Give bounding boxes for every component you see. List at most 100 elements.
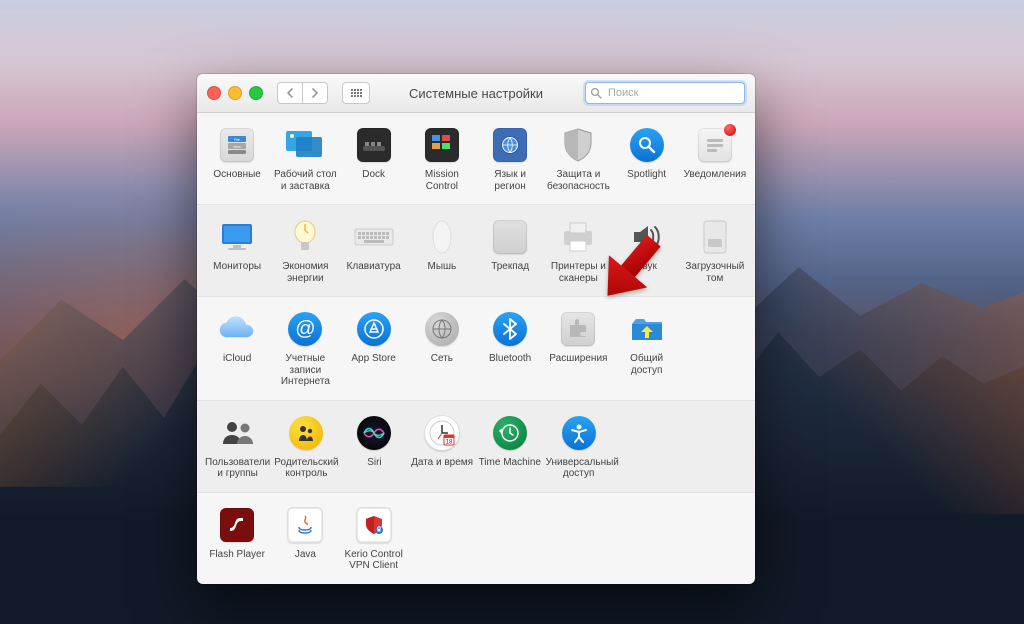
extensions-icon: [561, 312, 595, 346]
svg-text:New: New: [234, 145, 241, 149]
pane-kerio-vpn[interactable]: Kerio Control VPN Client: [340, 503, 408, 576]
chevron-left-icon: [286, 88, 294, 98]
time-machine-icon: [493, 416, 527, 450]
pane-date-time[interactable]: 18 Дата и время: [408, 411, 476, 484]
pane-label: Siri: [367, 457, 381, 469]
notification-badge: [723, 123, 737, 137]
pane-label: Уведомления: [684, 169, 747, 181]
pane-label: Универсальный доступ: [546, 457, 612, 480]
pane-bluetooth[interactable]: Bluetooth: [476, 307, 544, 392]
pane-label: Сеть: [431, 353, 453, 365]
pane-notifications[interactable]: Уведомления: [681, 123, 749, 196]
grid-icon: [351, 89, 362, 97]
pane-keyboard[interactable]: Клавиатура: [340, 215, 408, 288]
pane-energy-saver[interactable]: Экономия энергии: [271, 215, 339, 288]
pane-label: Защита и безопасность: [546, 169, 610, 192]
back-button[interactable]: [277, 82, 303, 104]
trackpad-icon: [493, 220, 527, 254]
app-store-icon: [357, 312, 391, 346]
pane-flash-player[interactable]: Flash Player: [203, 503, 271, 576]
pane-mission-control[interactable]: Mission Control: [408, 123, 476, 196]
siri-icon: [357, 416, 391, 450]
pane-label: Kerio Control VPN Client: [342, 549, 406, 572]
svg-text:File: File: [234, 138, 240, 142]
pane-network[interactable]: Сеть: [408, 307, 476, 392]
printers-icon: [558, 217, 598, 257]
displays-icon: [217, 217, 257, 257]
spotlight-icon: [630, 128, 664, 162]
mission-control-icon: [425, 128, 459, 162]
svg-text:18: 18: [446, 439, 453, 445]
sound-icon: [627, 217, 667, 257]
search-field[interactable]: [585, 82, 745, 104]
nav-back-forward: [277, 82, 328, 104]
java-icon: [287, 507, 323, 543]
forward-button[interactable]: [303, 82, 328, 104]
pane-mouse[interactable]: Мышь: [408, 215, 476, 288]
pane-label: Общий доступ: [615, 353, 679, 376]
show-all-button[interactable]: [342, 82, 370, 104]
search-input[interactable]: [606, 86, 740, 100]
pane-label: Spotlight: [627, 169, 666, 181]
pane-sharing[interactable]: Общий доступ: [613, 307, 681, 392]
pane-spotlight[interactable]: Spotlight: [613, 123, 681, 196]
kerio-vpn-icon: [356, 507, 392, 543]
window-minimize-button[interactable]: [228, 86, 242, 100]
pane-users-groups[interactable]: Пользователи и группы: [203, 411, 272, 484]
system-preferences-window: Системные настройки FileNew Основные Ра: [197, 74, 755, 584]
pane-parental-controls[interactable]: Родительский контроль: [272, 411, 340, 484]
pane-label: Mission Control: [410, 169, 474, 192]
security-icon: [558, 125, 598, 165]
pane-icloud[interactable]: iCloud: [203, 307, 271, 392]
pane-printers-scanners[interactable]: Принтеры и сканеры: [544, 215, 612, 288]
flash-player-icon: [220, 508, 254, 542]
pane-label: Основные: [213, 169, 260, 181]
internet-accounts-icon: @: [288, 312, 322, 346]
pane-row-0: File New Основные Рабочий стол и заставка…: [197, 113, 755, 205]
window-traffic-lights: [207, 86, 263, 100]
window-close-button[interactable]: [207, 86, 221, 100]
pane-accessibility[interactable]: Универсальный доступ: [544, 411, 614, 484]
pane-label: Dock: [362, 169, 385, 181]
pane-startup-disk[interactable]: Загрузочный том: [681, 215, 749, 288]
pane-label: Пользователи и группы: [205, 457, 270, 480]
pane-label: App Store: [351, 353, 395, 365]
pane-label: Java: [295, 549, 316, 561]
pane-label: Рабочий стол и заставка: [273, 169, 337, 192]
pane-row-3: Пользователи и группы Родительский контр…: [197, 401, 755, 493]
pane-label: Bluetooth: [489, 353, 531, 365]
pane-label: Язык и регион: [478, 169, 542, 192]
bluetooth-icon: [493, 312, 527, 346]
accessibility-icon: [562, 416, 596, 450]
preference-panes-grid: File New Основные Рабочий стол и заставка…: [197, 113, 755, 584]
pane-siri[interactable]: Siri: [341, 411, 409, 484]
pane-label: Принтеры и сканеры: [546, 261, 610, 284]
pane-label: Мышь: [428, 261, 457, 273]
pane-time-machine[interactable]: Time Machine: [476, 411, 544, 484]
mouse-icon: [422, 217, 462, 257]
startup-disk-icon: [695, 217, 735, 257]
pane-desktop-screensaver[interactable]: Рабочий стол и заставка: [271, 123, 339, 196]
window-titlebar: Системные настройки: [197, 74, 755, 113]
window-zoom-button[interactable]: [249, 86, 263, 100]
pane-dock[interactable]: Dock: [340, 123, 408, 196]
pane-app-store[interactable]: App Store: [340, 307, 408, 392]
pane-row-2: iCloud @ Учетные записи Интернета App St…: [197, 297, 755, 401]
general-icon: File New: [220, 128, 254, 162]
pane-extensions[interactable]: Расширения: [544, 307, 612, 392]
date-time-icon: 18: [424, 415, 460, 451]
pane-java[interactable]: Java: [271, 503, 339, 576]
pane-internet-accounts[interactable]: @ Учетные записи Интернета: [271, 307, 339, 392]
pane-label: Родительский контроль: [274, 457, 338, 480]
pane-language-region[interactable]: Язык и регион: [476, 123, 544, 196]
language-region-icon: [493, 128, 527, 162]
pane-label: Звук: [636, 261, 657, 273]
sharing-icon: [627, 309, 667, 349]
pane-displays[interactable]: Мониторы: [203, 215, 271, 288]
pane-security-privacy[interactable]: Защита и безопасность: [544, 123, 612, 196]
pane-label: Дата и время: [411, 457, 473, 469]
pane-sound[interactable]: Звук: [613, 215, 681, 288]
pane-trackpad[interactable]: Трекпад: [476, 215, 544, 288]
pane-label: Трекпад: [491, 261, 529, 273]
pane-general[interactable]: File New Основные: [203, 123, 271, 196]
